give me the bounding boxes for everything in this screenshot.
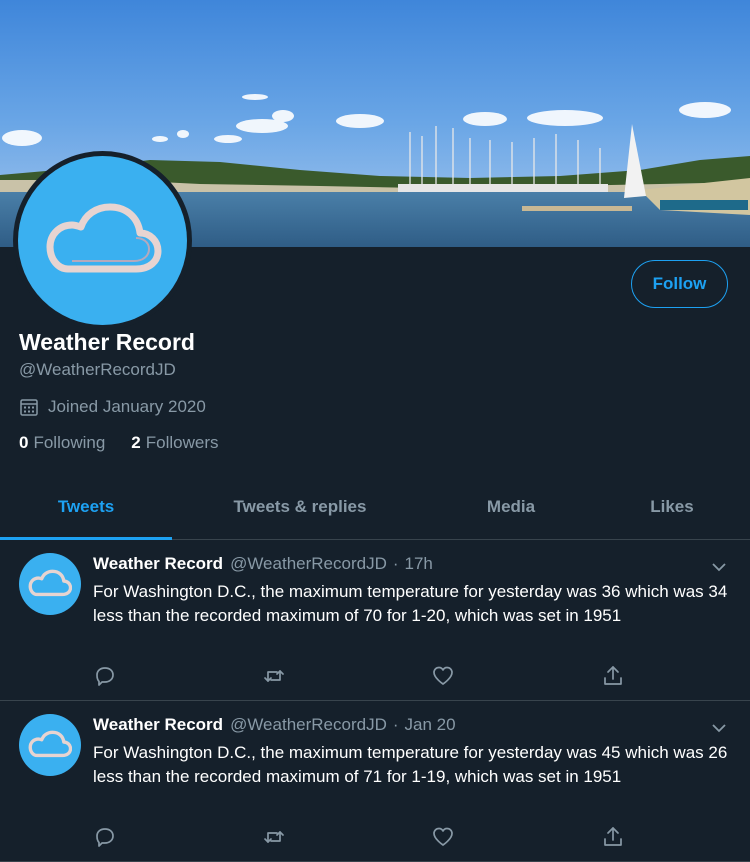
cloud-icon [46, 203, 161, 272]
following-link[interactable]: 0 Following [19, 433, 105, 453]
tweet-author-name[interactable]: Weather Record [93, 554, 223, 574]
tweet-author-handle[interactable]: @WeatherRecordJD [230, 554, 387, 574]
share-icon[interactable] [601, 825, 625, 849]
profile-avatar[interactable] [13, 151, 192, 330]
avatar-background [18, 156, 187, 325]
tweet-avatar[interactable] [19, 553, 81, 615]
profile-handle: @WeatherRecordJD [19, 360, 176, 379]
follow-button[interactable]: Follow [631, 260, 728, 308]
tweet-actions [93, 664, 633, 688]
tweet-author-name[interactable]: Weather Record [93, 715, 223, 735]
tab-tweets[interactable]: Tweets [0, 474, 172, 540]
calendar-icon [20, 399, 38, 416]
cloud-icon [28, 730, 72, 758]
tweet-header: Weather Record @WeatherRecordJD · Jan 20 [93, 715, 456, 735]
reply-icon[interactable] [93, 664, 117, 688]
followers-count: 2 [131, 433, 141, 452]
tweet-text: For Washington D.C., the maximum tempera… [93, 582, 728, 625]
retweet-icon[interactable] [262, 825, 286, 849]
follow-stats: 0 Following 2 Followers [19, 433, 245, 453]
tab-media[interactable]: Media [428, 474, 594, 539]
tweet-item[interactable]: Weather Record @WeatherRecordJD · 17h Fo… [0, 540, 750, 701]
chevron-down-icon[interactable] [709, 557, 729, 577]
cloud-icon [28, 569, 72, 597]
tweet-text: For Washington D.C., the maximum tempera… [93, 743, 728, 786]
tweet-author-handle[interactable]: @WeatherRecordJD [230, 715, 387, 735]
followers-label: Followers [145, 433, 219, 452]
tweet-separator: · [392, 715, 399, 734]
joined-text: Joined January 2020 [48, 397, 206, 416]
profile-tabs: Tweets Tweets & replies Media Likes [0, 474, 750, 540]
tweet-timestamp[interactable]: Jan 20 [405, 715, 456, 735]
following-label: Following [33, 433, 106, 452]
profile-name: Weather Record [19, 329, 195, 355]
tweet-avatar[interactable] [19, 714, 81, 776]
followers-link[interactable]: 2 Followers [131, 433, 218, 453]
tweet-item[interactable]: Weather Record @WeatherRecordJD · Jan 20… [0, 701, 750, 862]
reply-icon[interactable] [93, 825, 117, 849]
following-count: 0 [19, 433, 29, 452]
joined-date: Joined January 2020 [19, 397, 206, 417]
retweet-icon[interactable] [262, 664, 286, 688]
tweet-timestamp[interactable]: 17h [405, 554, 433, 574]
tweet-separator: · [392, 554, 399, 573]
tab-tweets-and-replies[interactable]: Tweets & replies [172, 474, 428, 539]
heart-icon[interactable] [431, 664, 455, 688]
tab-likes[interactable]: Likes [594, 474, 750, 539]
tweet-actions [93, 825, 633, 849]
tweet-header: Weather Record @WeatherRecordJD · 17h [93, 554, 433, 574]
chevron-down-icon[interactable] [709, 718, 729, 738]
share-icon[interactable] [601, 664, 625, 688]
heart-icon[interactable] [431, 825, 455, 849]
